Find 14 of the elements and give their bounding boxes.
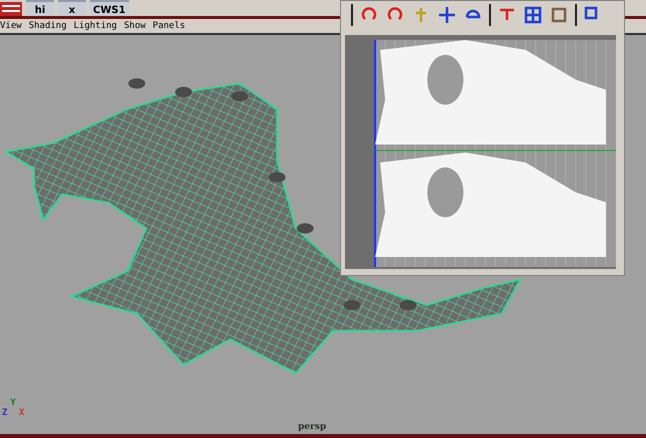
axis-label: Y: [10, 398, 16, 408]
shelf-button[interactable]: x: [58, 0, 86, 16]
grid-icon[interactable]: [523, 5, 543, 25]
menu-item[interactable]: Panels: [152, 20, 186, 33]
menu-item[interactable]: View: [0, 20, 22, 33]
camera-label: persp: [298, 422, 326, 432]
script-editor-icon[interactable]: [0, 2, 22, 16]
shelf-button[interactable]: CWS1: [90, 0, 129, 16]
menu-item[interactable]: Lighting: [74, 20, 117, 33]
menu-item[interactable]: Show: [124, 20, 146, 33]
menu-item[interactable]: Shading: [28, 20, 67, 33]
axis-label: X: [18, 408, 24, 418]
axis-label: Z: [2, 408, 8, 418]
shelf-button[interactable]: hi: [26, 0, 54, 16]
